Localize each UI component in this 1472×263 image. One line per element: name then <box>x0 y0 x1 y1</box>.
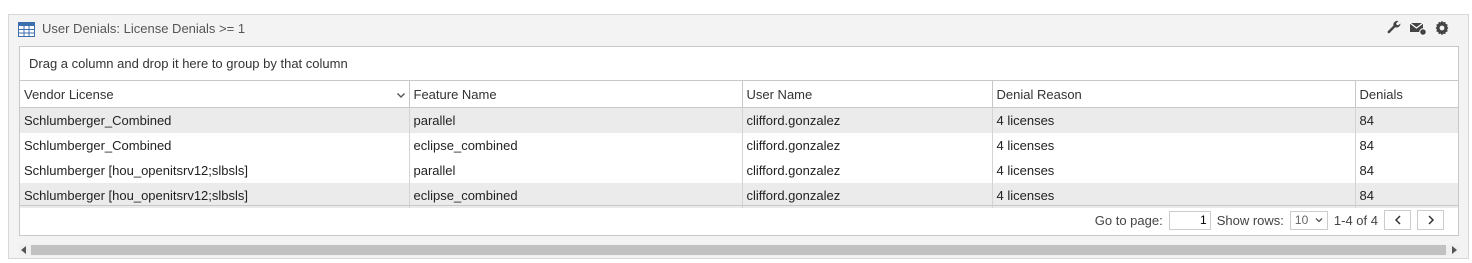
denials-table: Vendor License Feature Name User Name De… <box>20 81 1458 208</box>
wrench-icon[interactable] <box>1384 18 1404 38</box>
column-header-label: Denial Reason <box>996 86 1082 102</box>
horizontal-scrollbar[interactable] <box>19 244 1459 256</box>
widget-panel: User Denials: License Denials >= 1 Drag … <box>8 14 1469 259</box>
chevron-right-icon <box>1427 213 1435 228</box>
page-range-text: 1-4 of 4 <box>1333 212 1378 228</box>
cell-vendor-license: Schlumberger_Combined <box>20 133 410 158</box>
next-page-button[interactable] <box>1417 210 1444 230</box>
table-row[interactable]: Schlumberger_Combined eclipse_combined c… <box>20 133 1458 158</box>
column-header-label: Denials <box>1359 86 1403 102</box>
previous-page-button[interactable] <box>1384 210 1411 230</box>
widget-title: User Denials: License Denials >= 1 <box>42 21 246 36</box>
cell-user-name: clifford.gonzalez <box>742 158 993 183</box>
cell-user-name: clifford.gonzalez <box>742 107 993 133</box>
chevron-down-icon[interactable] <box>396 88 406 103</box>
cell-denials: 84 <box>1355 107 1458 133</box>
column-header-label: User Name <box>746 86 813 102</box>
email-settings-icon[interactable] <box>1408 18 1428 38</box>
cell-denial-reason: 4 licenses <box>992 158 1356 183</box>
grid-footer: Go to page: Show rows: 10 1-4 of 4 <box>20 205 1458 235</box>
table-icon <box>18 22 35 37</box>
cell-vendor-license: Schlumberger_Combined <box>20 107 410 133</box>
widget-header: User Denials: License Denials >= 1 <box>9 15 1468 41</box>
scroll-right-arrow-icon[interactable] <box>1449 245 1459 255</box>
column-header-label: Feature Name <box>413 86 497 102</box>
pager: Go to page: Show rows: 10 1-4 of 4 <box>1095 210 1444 230</box>
scrollbar-thumb[interactable] <box>31 245 1446 255</box>
group-drop-area[interactable]: Drag a column and drop it here to group … <box>20 47 1458 81</box>
chevron-down-icon <box>1315 213 1323 227</box>
rows-per-page-select[interactable]: 10 <box>1289 210 1328 230</box>
header-row: Vendor License Feature Name User Name De… <box>20 81 1458 108</box>
chevron-left-icon <box>1394 213 1402 228</box>
scroll-left-arrow-icon[interactable] <box>19 245 29 255</box>
gear-icon[interactable] <box>1432 18 1452 38</box>
cell-vendor-license: Schlumberger [hou_openitsrv12;slbsls] <box>20 158 410 183</box>
cell-denial-reason: 4 licenses <box>992 133 1356 158</box>
page-number-input[interactable] <box>1168 210 1211 230</box>
table-row[interactable]: Schlumberger_Combined parallel clifford.… <box>20 107 1458 133</box>
cell-denials: 84 <box>1355 133 1458 158</box>
cell-user-name: clifford.gonzalez <box>742 133 993 158</box>
show-rows-label: Show rows: <box>1216 212 1284 228</box>
column-header-user-name[interactable]: User Name <box>742 81 993 108</box>
column-header-vendor-license[interactable]: Vendor License <box>20 81 410 108</box>
cell-feature-name: parallel <box>409 107 743 133</box>
widget-toolbar <box>1384 18 1452 38</box>
cell-feature-name: parallel <box>409 158 743 183</box>
column-header-label: Vendor License <box>24 86 114 102</box>
cell-denial-reason: 4 licenses <box>992 107 1356 133</box>
cell-feature-name: eclipse_combined <box>409 133 743 158</box>
cell-denials: 84 <box>1355 158 1458 183</box>
rows-per-page-value: 10 <box>1294 213 1309 227</box>
data-grid: Drag a column and drop it here to group … <box>19 46 1459 236</box>
table-row[interactable]: Schlumberger [hou_openitsrv12;slbsls] pa… <box>20 158 1458 183</box>
column-header-feature-name[interactable]: Feature Name <box>409 81 743 108</box>
go-to-page-label: Go to page: <box>1094 212 1163 228</box>
column-header-denials[interactable]: Denials <box>1355 81 1458 108</box>
column-header-denial-reason[interactable]: Denial Reason <box>992 81 1356 108</box>
